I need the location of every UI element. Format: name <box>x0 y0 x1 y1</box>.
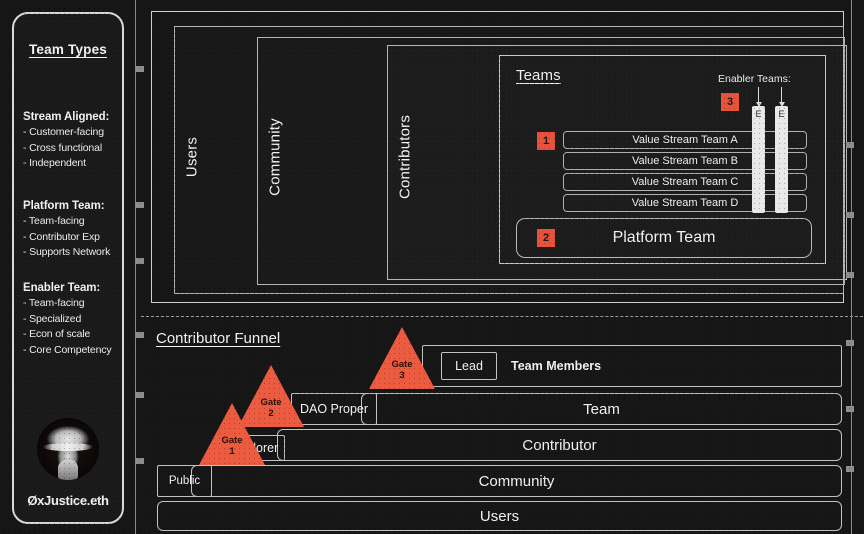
layer-contributors-label-slot: Contributors <box>387 12 423 302</box>
ruler-tick <box>846 406 854 412</box>
ruler-tick <box>846 272 854 278</box>
team-types-sidebar: Team Types Stream Aligned: - Customer-fa… <box>12 12 124 524</box>
sidebar-title: Team Types <box>14 42 122 57</box>
sidebar-group-enabler-team: Enabler Team: - Team-facing - Specialize… <box>23 282 117 358</box>
value-stream-team-row[interactable]: Value Stream Team D <box>563 194 807 212</box>
org-model-section: Users Community Contributors Teams 1 Val… <box>151 11 844 303</box>
group-item: - Cross functional <box>23 141 117 157</box>
value-stream-team-row[interactable]: Value Stream Team B <box>563 152 807 170</box>
arrow-down-icon <box>758 87 759 103</box>
value-stream-team-row[interactable]: Value Stream Team C <box>563 173 807 191</box>
group-heading: Platform Team: <box>23 200 117 212</box>
author-handle: ØxJustice.eth <box>14 493 122 508</box>
ruler-tick <box>136 392 144 398</box>
left-edge-rail <box>135 0 136 534</box>
badge-value-stream: 1 <box>537 132 555 150</box>
ruler-tick <box>846 212 854 218</box>
gate-triangle-icon <box>238 365 304 427</box>
group-item: - Specialized <box>23 312 117 328</box>
avatar-neck-shape <box>58 460 78 480</box>
enabler-team-bar[interactable]: E <box>775 106 788 213</box>
right-edge-rail <box>851 0 852 534</box>
community-row[interactable]: Community <box>191 465 842 497</box>
group-item: - Independent <box>23 156 117 172</box>
layer-label: Users <box>184 137 201 177</box>
layer-users-label-slot: Users <box>174 12 210 302</box>
group-heading: Stream Aligned: <box>23 111 117 123</box>
group-item: - Customer-facing <box>23 125 117 141</box>
group-item: - Econ of scale <box>23 327 117 343</box>
lead-box[interactable]: Lead <box>441 352 497 380</box>
value-stream-team-row[interactable]: Value Stream Team A <box>563 131 807 149</box>
group-item: - Contributor Exp <box>23 230 117 246</box>
avatar-brim-shape <box>43 443 94 451</box>
public-box[interactable]: Public <box>157 465 212 497</box>
group-heading: Enabler Team: <box>23 282 117 294</box>
sidebar-group-stream-aligned: Stream Aligned: - Customer-facing - Cros… <box>23 111 117 172</box>
gate-triangle-icon <box>369 327 435 389</box>
users-row[interactable]: Users <box>157 501 842 531</box>
layer-community-label-slot: Community <box>257 12 293 302</box>
badge-enabler-team: 3 <box>721 93 739 111</box>
platform-team-box[interactable]: Platform Team <box>516 218 812 258</box>
teams-box: Teams 1 Value Stream Team A Value Stream… <box>499 55 826 264</box>
ruler-tick <box>846 142 854 148</box>
ruler-tick <box>846 340 854 346</box>
group-item: - Team-facing <box>23 296 117 312</box>
contributor-funnel-section: Contributor Funnel Team Members Lead Tea… <box>151 325 844 525</box>
team-row[interactable]: Team <box>361 393 842 425</box>
ruler-tick <box>136 258 144 264</box>
team-members-label: Team Members <box>511 359 601 373</box>
contributor-row[interactable]: Contributor <box>277 429 842 461</box>
enabler-team-bar[interactable]: E <box>752 106 765 213</box>
layer-label: Contributors <box>397 115 414 199</box>
ruler-tick <box>136 66 144 72</box>
enabler-teams-label: Enabler Teams: <box>718 73 791 85</box>
ruler-tick <box>136 458 144 464</box>
statue-bust-avatar-icon <box>37 418 99 480</box>
teams-title: Teams <box>516 67 561 84</box>
layer-label: Community <box>267 118 284 196</box>
diagram-canvas: Team Types Stream Aligned: - Customer-fa… <box>0 0 864 534</box>
section-divider <box>141 316 863 317</box>
ruler-tick <box>136 332 144 338</box>
contributor-funnel-title: Contributor Funnel <box>156 330 280 347</box>
group-item: - Core Competency <box>23 343 117 359</box>
group-item: - Team-facing <box>23 214 117 230</box>
ruler-tick <box>136 202 144 208</box>
main-canvas: Users Community Contributors Teams 1 Val… <box>140 0 864 534</box>
sidebar-group-platform-team: Platform Team: - Team-facing - Contribut… <box>23 200 117 261</box>
ruler-tick <box>846 466 854 472</box>
group-item: - Supports Network <box>23 245 117 261</box>
arrow-down-icon <box>781 87 782 103</box>
